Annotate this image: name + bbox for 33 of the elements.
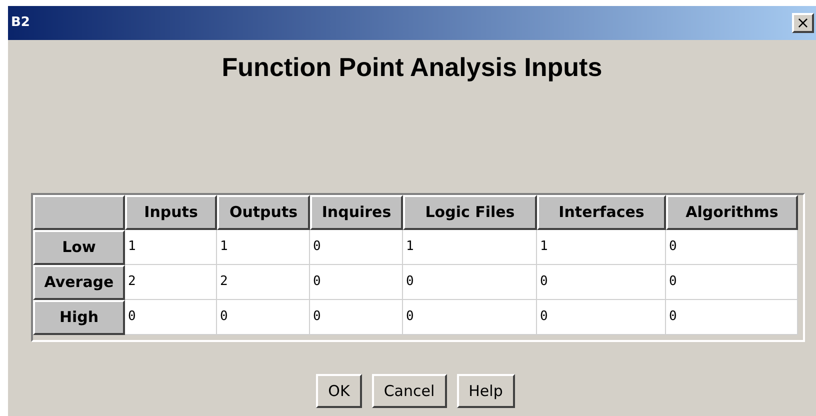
- column-header[interactable]: Algorithms: [666, 195, 798, 230]
- table-cell: 0: [537, 265, 666, 300]
- dialog-heading: Function Point Analysis Inputs: [222, 51, 602, 84]
- table-cell: 0: [537, 300, 666, 335]
- dialog-button[interactable]: Cancel: [372, 374, 447, 408]
- row-header[interactable]: Average: [33, 265, 125, 300]
- table-cell: 2: [217, 265, 310, 300]
- table-cell: 0: [310, 300, 403, 335]
- table-cell: 0: [125, 300, 217, 335]
- column-header[interactable]: Inputs: [125, 195, 217, 230]
- table-cell: 1: [217, 230, 310, 265]
- close-button[interactable]: ×: [792, 13, 814, 33]
- table-cell: 0: [666, 300, 798, 335]
- table-cell: 2: [125, 265, 217, 300]
- table-cell: 1: [403, 230, 537, 265]
- table-cell: 1: [537, 230, 666, 265]
- table-cell: 0: [403, 265, 537, 300]
- column-header[interactable]: Logic Files: [403, 195, 537, 230]
- table-cell: 0: [403, 300, 537, 335]
- column-header[interactable]: Interfaces: [537, 195, 666, 230]
- table-cell: 0: [666, 230, 798, 265]
- table-cell: 0: [217, 300, 310, 335]
- table-cell: 0: [666, 265, 798, 300]
- column-header[interactable]: Inquires: [310, 195, 403, 230]
- dialog-button[interactable]: Help: [456, 374, 515, 408]
- table-cell: 0: [310, 265, 403, 300]
- row-header[interactable]: High: [33, 300, 125, 335]
- dialog-button[interactable]: OK: [316, 374, 362, 408]
- table-cell: 1: [125, 230, 217, 265]
- table-cell: 0: [310, 230, 403, 265]
- row-header[interactable]: Low: [33, 230, 125, 265]
- column-header[interactable]: Outputs: [217, 195, 310, 230]
- window-title: B2: [11, 14, 30, 32]
